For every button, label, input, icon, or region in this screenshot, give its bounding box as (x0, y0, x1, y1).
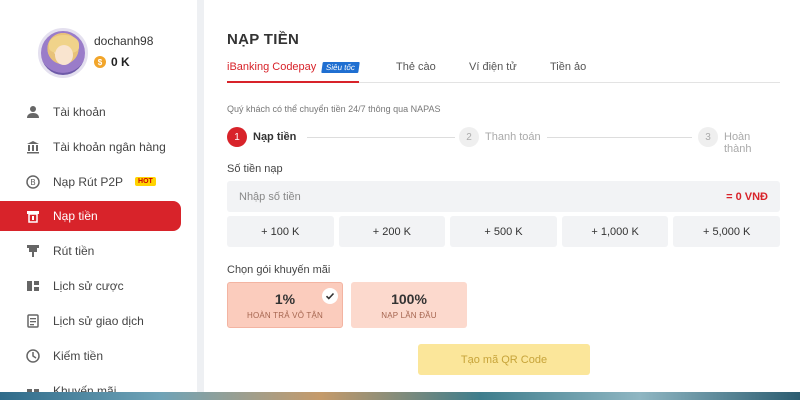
sidebar-item-label: Khuyến mãi (53, 383, 117, 393)
sidebar-item-label: Lịch sử cược (53, 278, 124, 293)
sidebar-item-label: Lịch sử giao dịch (53, 313, 144, 328)
speed-badge: Siêu tốc (321, 62, 360, 73)
sidebar-item-label: Rút tiền (53, 243, 95, 258)
deposit-tabs: iBanking Codepay Siêu tốc Thẻ cào Ví điện… (227, 60, 780, 83)
step-3-number: 3 (698, 127, 718, 147)
promo-percent: 100% (391, 290, 427, 307)
step-connector (547, 137, 692, 138)
promo-option-cashback[interactable]: 1% HOÀN TRẢ VÔ TẬN (227, 282, 343, 328)
preset-5000k-button[interactable]: + 5,000 K (673, 216, 780, 247)
sidebar-item-label: Nạp tiền (53, 209, 98, 223)
sidebar-item-earn[interactable]: Kiếm tiền (0, 338, 197, 373)
tab-crypto[interactable]: Tiền ảo (550, 61, 586, 73)
step-connector (307, 137, 455, 138)
sidebar-item-account[interactable]: Tài khoản (0, 94, 197, 129)
sidebar-item-label: Kiếm tiền (53, 348, 104, 363)
promo-option-first-deposit[interactable]: 100% NẠP LẦN ĐẦU (351, 282, 467, 328)
deposit-panel: NẠP TIỀN iBanking Codepay Siêu tốc Thẻ cà… (204, 0, 800, 392)
bank-icon (25, 139, 41, 155)
coin-icon: $ (94, 56, 106, 68)
earn-icon (25, 348, 41, 364)
p2p-icon: B (25, 174, 41, 190)
promo-label: Chọn gói khuyến mãi (227, 264, 331, 276)
profile: dochanh98 $ 0 K (38, 28, 197, 78)
sidebar-item-promotion[interactable]: Khuyến mãi (0, 373, 197, 392)
page-title: NẠP TIỀN (227, 31, 300, 48)
balance: $ 0 K (94, 55, 130, 69)
tab-ibanking-codepay[interactable]: iBanking Codepay Siêu tốc (227, 61, 360, 73)
tab-label: iBanking Codepay (227, 61, 317, 73)
sidebar-item-p2p[interactable]: B Nạp Rút P2P HOT (0, 164, 197, 199)
hot-badge: HOT (135, 177, 156, 186)
sidebar-menu: Tài khoản Tài khoản ngân hàng B Nạp Rút … (0, 94, 197, 392)
preset-500k-button[interactable]: + 500 K (450, 216, 557, 247)
gift-icon (25, 383, 41, 392)
background-strip (0, 392, 800, 400)
preset-100k-button[interactable]: + 100 K (227, 216, 334, 247)
balance-value: 0 K (111, 55, 130, 69)
transaction-history-icon (25, 313, 41, 329)
stepper: 1 Nạp tiền 2 Thanh toán 3 Hoàn thành (227, 126, 780, 155)
sidebar-item-label: Tài khoản (53, 104, 106, 119)
promo-percent: 1% (274, 290, 296, 307)
amount-presets: + 100 K + 200 K + 500 K + 1,000 K + 5,00… (227, 216, 780, 247)
amount-label: Số tiền nạp (227, 163, 283, 175)
napas-note: Quý khách có thể chuyển tiền 24/7 thông … (227, 104, 441, 114)
sidebar-item-bank-account[interactable]: Tài khoản ngân hàng (0, 129, 197, 164)
tab-scratch-card[interactable]: Thẻ cào (396, 61, 436, 73)
active-tab-indicator (227, 81, 359, 83)
sidebar-item-withdraw[interactable]: Rút tiền (0, 233, 197, 268)
sidebar-item-label: Nạp Rút P2P (53, 174, 124, 189)
tab-e-wallet[interactable]: Ví điện tử (469, 61, 517, 73)
sidebar: dochanh98 $ 0 K Tài khoản Tài khoản ngân… (0, 0, 197, 392)
step-1-label: Nạp tiền (253, 131, 297, 143)
step-1-number: 1 (227, 127, 247, 147)
user-icon (25, 104, 41, 120)
amount-field: = 0 VNĐ (227, 181, 780, 212)
sidebar-item-label: Tài khoản ngân hàng (53, 139, 166, 154)
preset-200k-button[interactable]: + 200 K (338, 216, 446, 247)
sidebar-item-transaction-history[interactable]: Lịch sử giao dịch (0, 303, 197, 338)
step-2-number: 2 (459, 127, 479, 147)
check-icon (322, 288, 338, 304)
deposit-icon (25, 208, 41, 224)
svg-text:B: B (30, 178, 36, 187)
step-2-label: Thanh toán (485, 131, 541, 143)
amount-equivalent: = 0 VNĐ (726, 190, 768, 203)
amount-input[interactable] (239, 190, 727, 203)
sidebar-item-bet-history[interactable]: Lịch sử cược (0, 268, 197, 303)
avatar-face (55, 45, 73, 65)
step-3-label: Hoàn thành (724, 131, 752, 155)
avatar[interactable] (38, 28, 88, 78)
bet-history-icon (25, 278, 41, 294)
sidebar-item-deposit[interactable]: Nạp tiền (0, 201, 181, 231)
promo-description: HOÀN TRẢ VÔ TẬN (246, 310, 324, 320)
preset-1000k-button[interactable]: + 1,000 K (561, 216, 669, 247)
withdraw-icon (25, 243, 41, 259)
generate-qr-button[interactable]: Tạo mã QR Code (418, 344, 590, 375)
username: dochanh98 (94, 34, 154, 48)
promo-description: NẠP LẦN ĐẦU (381, 310, 437, 320)
